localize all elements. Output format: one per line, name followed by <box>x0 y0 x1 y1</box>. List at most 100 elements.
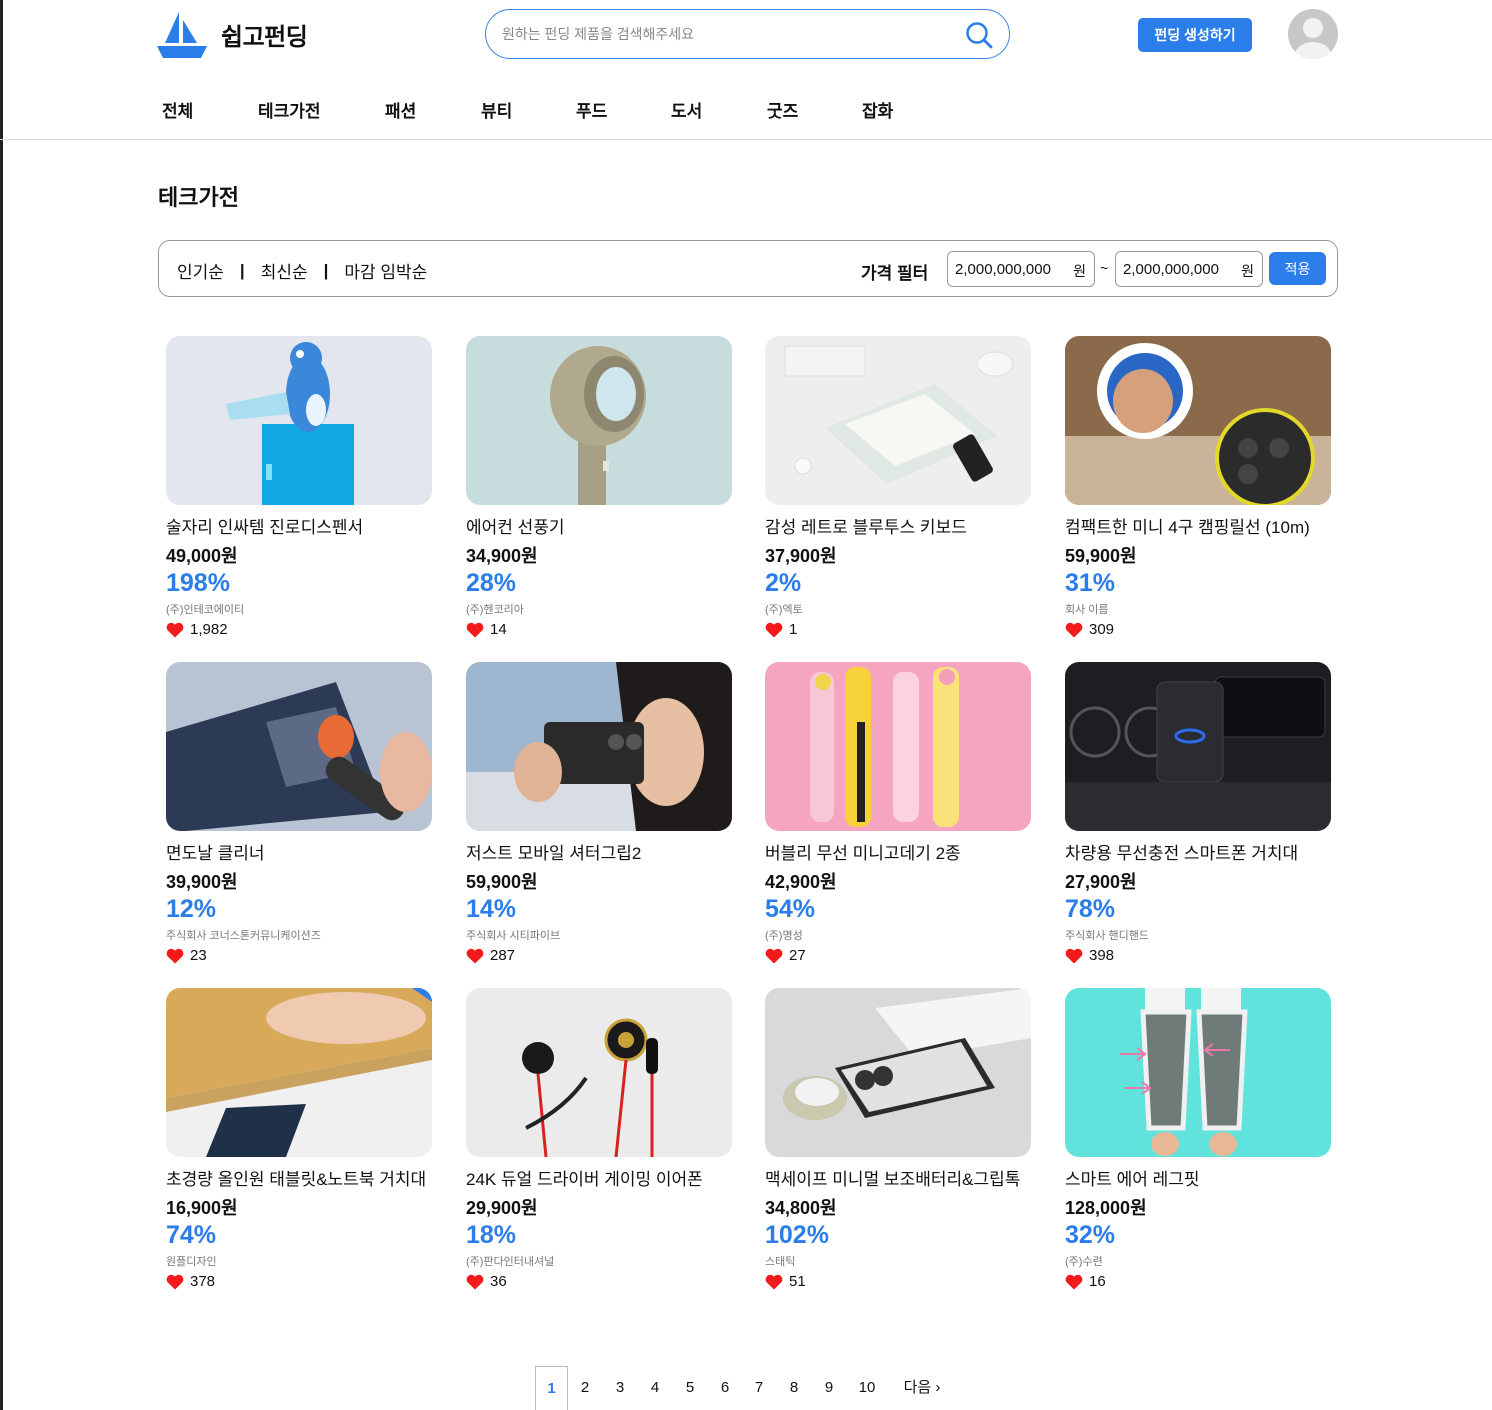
likes[interactable]: 14 <box>466 621 507 638</box>
nav-food[interactable]: 푸드 <box>576 97 607 122</box>
nav-beauty[interactable]: 뷰티 <box>481 97 512 122</box>
product-image[interactable] <box>166 662 432 831</box>
heart-icon[interactable] <box>466 948 484 964</box>
avatar[interactable] <box>1288 9 1338 59</box>
likes[interactable]: 23 <box>166 947 207 964</box>
product-image[interactable] <box>166 988 432 1157</box>
likes[interactable]: 287 <box>466 947 515 964</box>
search-icon[interactable] <box>965 21 993 49</box>
search-bar[interactable] <box>485 9 1010 59</box>
product-title[interactable]: 맥세이프 미니멀 보조배터리&그립톡 <box>765 1165 1020 1190</box>
page-7[interactable]: 7 <box>749 1366 769 1410</box>
product-card[interactable]: 차량용 무선충전 스마트폰 거치대 27,900원 78% 주식회사 핸디핸드 … <box>1065 662 1337 967</box>
apply-filter-button[interactable]: 적용 <box>1269 252 1326 285</box>
company-name: 원플디자인 <box>166 1256 217 1268</box>
heart-icon[interactable] <box>466 622 484 638</box>
product-title[interactable]: 술자리 인싸템 진로디스펜서 <box>166 513 363 538</box>
product-card[interactable]: 스마트 에어 레그핏 128,000원 32% (주)수련 16 <box>1065 988 1337 1293</box>
nav-goods[interactable]: 굿즈 <box>767 97 798 122</box>
price-filter-label: 가격 필터 <box>861 264 929 283</box>
page-9[interactable]: 9 <box>819 1366 839 1410</box>
page-3[interactable]: 3 <box>610 1366 630 1410</box>
likes[interactable]: 27 <box>765 947 806 964</box>
product-card[interactable]: 맥세이프 미니멀 보조배터리&그립톡 34,800원 102% 스태틱 51 <box>765 988 1037 1293</box>
product-card[interactable]: 술자리 인싸템 진로디스펜서 49,000원 198% (주)인테코에이티 1,… <box>166 336 438 641</box>
product-title[interactable]: 초경량 올인원 태블릿&노트북 거치대 <box>166 1165 426 1190</box>
likes[interactable]: 16 <box>1065 1273 1106 1290</box>
heart-icon[interactable] <box>765 1274 783 1290</box>
nav-all[interactable]: 전체 <box>162 97 193 122</box>
product-image[interactable] <box>765 988 1031 1157</box>
sort-popular[interactable]: 인기순 <box>177 258 224 283</box>
likes[interactable]: 309 <box>1065 621 1114 638</box>
likes[interactable]: 1 <box>765 621 797 638</box>
product-image[interactable] <box>466 336 732 505</box>
product-title[interactable]: 면도날 클리너 <box>166 839 265 864</box>
product-image[interactable] <box>166 336 432 505</box>
funding-percent: 2% <box>765 569 802 597</box>
sort-newest[interactable]: 최신순 <box>261 258 308 283</box>
gaming-earphones-image <box>466 988 732 1157</box>
product-card[interactable]: 버블리 무선 미니고데기 2종 42,900원 54% (주)명성 27 <box>765 662 1037 967</box>
heart-icon[interactable] <box>1065 948 1083 964</box>
nav-tech[interactable]: 테크가전 <box>258 97 321 122</box>
product-card[interactable]: 감성 레트로 블루투스 키보드 37,900원 2% (주)엑토 1 <box>765 336 1037 641</box>
heart-icon[interactable] <box>166 1274 184 1290</box>
heart-icon[interactable] <box>765 622 783 638</box>
handheld-fan-image <box>466 336 732 505</box>
heart-icon[interactable] <box>1065 622 1083 638</box>
product-image[interactable] <box>765 662 1031 831</box>
product-card[interactable]: 컴팩트한 미니 4구 캠핑릴선 (10m) 59,900원 31% 회사 이름 … <box>1065 336 1337 641</box>
toad-dispenser-image <box>166 336 432 505</box>
product-card[interactable]: 저스트 모바일 셔터그립2 59,900원 14% 주식회사 시티파이브 287 <box>466 662 738 967</box>
product-title[interactable]: 버블리 무선 미니고데기 2종 <box>765 839 961 864</box>
product-image[interactable] <box>1065 662 1331 831</box>
product-card[interactable]: 에어컨 선풍기 34,900원 28% (주)헨코리아 14 <box>466 336 738 641</box>
product-title[interactable]: 컴팩트한 미니 4구 캠핑릴선 (10m) <box>1065 513 1310 538</box>
nav-fashion[interactable]: 패션 <box>385 97 416 122</box>
product-image[interactable] <box>466 988 732 1157</box>
product-title[interactable]: 차량용 무선충전 스마트폰 거치대 <box>1065 839 1298 864</box>
product-title[interactable]: 감성 레트로 블루투스 키보드 <box>765 513 967 538</box>
likes[interactable]: 51 <box>765 1273 806 1290</box>
product-title[interactable]: 24K 듀얼 드라이버 게이밍 이어폰 <box>466 1165 703 1190</box>
page-6[interactable]: 6 <box>715 1366 735 1410</box>
page-2[interactable]: 2 <box>575 1366 595 1410</box>
page-1[interactable]: 1 <box>535 1366 568 1410</box>
like-count: 378 <box>190 1273 216 1290</box>
page-8[interactable]: 8 <box>784 1366 804 1410</box>
page-5[interactable]: 5 <box>680 1366 700 1410</box>
product-image[interactable] <box>1065 336 1331 505</box>
car-phone-mount-image <box>1065 662 1331 831</box>
search-input[interactable] <box>502 22 942 46</box>
nav-misc[interactable]: 잡화 <box>862 97 893 122</box>
likes[interactable]: 1,982 <box>166 621 228 638</box>
price-min-field[interactable]: 2,000,000,000 원 <box>947 251 1095 287</box>
heart-icon[interactable] <box>166 948 184 964</box>
create-funding-button[interactable]: 펀딩 생성하기 <box>1138 18 1252 52</box>
product-card[interactable]: 24K 듀얼 드라이버 게이밍 이어폰 29,900원 18% (주)판다인터내… <box>466 988 738 1293</box>
product-title[interactable]: 스마트 에어 레그핏 <box>1065 1165 1200 1190</box>
product-card[interactable]: 초경량 올인원 태블릿&노트북 거치대 16,900원 74% 원플디자인 37… <box>166 988 438 1293</box>
heart-icon[interactable] <box>466 1274 484 1290</box>
nav-books[interactable]: 도서 <box>671 97 702 122</box>
funding-percent: 31% <box>1065 569 1116 597</box>
likes[interactable]: 378 <box>166 1273 215 1290</box>
product-title[interactable]: 에어컨 선풍기 <box>466 513 565 538</box>
heart-icon[interactable] <box>1065 1274 1083 1290</box>
product-image[interactable] <box>765 336 1031 505</box>
page-4[interactable]: 4 <box>645 1366 665 1410</box>
likes[interactable]: 398 <box>1065 947 1114 964</box>
product-image[interactable] <box>1065 988 1331 1157</box>
heart-icon[interactable] <box>765 948 783 964</box>
product-title[interactable]: 저스트 모바일 셔터그립2 <box>466 839 641 864</box>
product-image[interactable] <box>466 662 732 831</box>
page-10[interactable]: 10 <box>855 1366 879 1410</box>
heart-icon[interactable] <box>166 622 184 638</box>
logo[interactable]: 쉽고펀딩 <box>157 10 308 58</box>
likes[interactable]: 36 <box>466 1273 507 1290</box>
sort-closing-soon[interactable]: 마감 임박순 <box>344 258 427 283</box>
next-page-button[interactable]: 다음 › <box>899 1366 945 1410</box>
product-card[interactable]: 면도날 클리너 39,900원 12% 주식회사 코너스톤커뮤니케이션즈 23 <box>166 662 438 967</box>
price-max-field[interactable]: 2,000,000,000 원 <box>1115 251 1263 287</box>
